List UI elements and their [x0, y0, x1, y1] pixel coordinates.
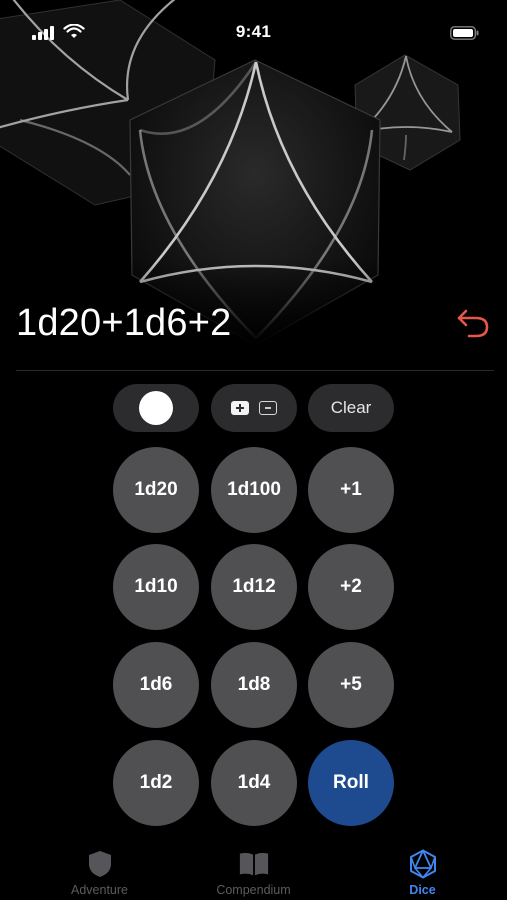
key-1d4[interactable]: 1d4 — [211, 740, 297, 826]
shield-icon — [84, 848, 116, 880]
key-plus-2[interactable]: +2 — [308, 544, 394, 630]
roll-expression: 1d20+1d6+2 — [16, 302, 232, 344]
sign-toggle-button[interactable] — [211, 384, 297, 432]
key-1d8[interactable]: 1d8 — [211, 642, 297, 728]
status-time: 9:41 — [235, 22, 272, 41]
tab-adventure[interactable]: Adventure — [15, 838, 184, 900]
key-plus-5[interactable]: +5 — [308, 642, 394, 728]
battery-icon — [450, 26, 479, 40]
status-bar: 9:41 — [0, 0, 507, 66]
book-icon — [238, 848, 270, 880]
roll-button[interactable]: Roll — [308, 740, 394, 826]
undo-button[interactable] — [452, 302, 494, 344]
tab-label: Adventure — [71, 883, 128, 897]
color-toggle-button[interactable] — [113, 384, 199, 432]
tab-compendium[interactable]: Compendium — [169, 838, 338, 900]
key-1d10[interactable]: 1d10 — [113, 544, 199, 630]
undo-arrow-icon — [457, 309, 489, 338]
key-1d100[interactable]: 1d100 — [211, 447, 297, 533]
plus-square-icon — [231, 401, 249, 415]
key-1d6[interactable]: 1d6 — [113, 642, 199, 728]
white-dot-icon — [139, 391, 173, 425]
tab-label: Dice — [409, 883, 436, 897]
dice-screen: 9:41 1d20+1d6+2 Clear 1d20 1d100 +1 1d10… — [0, 0, 507, 900]
key-1d2[interactable]: 1d2 — [113, 740, 199, 826]
divider — [16, 370, 494, 371]
tab-dice[interactable]: Dice — [338, 838, 507, 900]
key-1d20[interactable]: 1d20 — [113, 447, 199, 533]
d20-icon — [407, 848, 439, 880]
key-plus-1[interactable]: +1 — [308, 447, 394, 533]
key-1d12[interactable]: 1d12 — [211, 544, 297, 630]
clear-button[interactable]: Clear — [308, 384, 394, 432]
tab-label: Compendium — [216, 883, 291, 897]
minus-square-icon — [259, 401, 277, 415]
tab-bar: Adventure Compendium Dice — [0, 838, 507, 900]
